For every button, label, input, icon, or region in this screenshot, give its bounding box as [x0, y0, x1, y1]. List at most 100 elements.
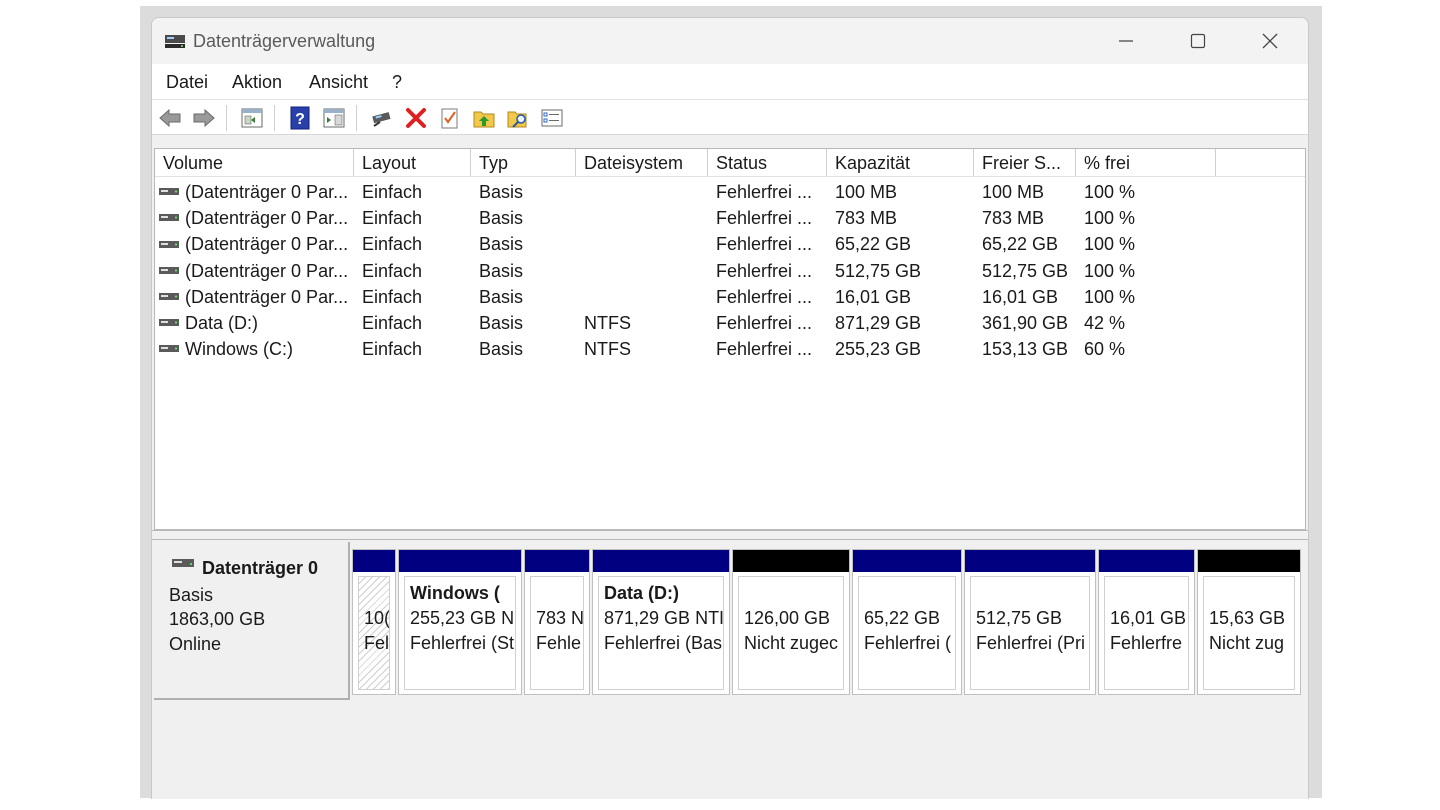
connect-disk-icon[interactable]	[370, 106, 394, 130]
partition-status: Fel	[364, 633, 390, 653]
volume-icon	[159, 345, 179, 353]
volume-cell: Fehlerfrei ...	[716, 258, 828, 284]
volume-cell: 100 %	[1084, 205, 1204, 231]
toolbar-separator	[356, 105, 357, 131]
volume-cell: 16,01 GB	[982, 284, 1077, 310]
column-header-status[interactable]: Status	[708, 149, 827, 176]
partition-block[interactable]: Data (D:) 871,29 GB NTI Fehlerfrei (Bas	[592, 549, 730, 695]
volume-row[interactable]: Windows (C:) Einfach Basis NTFS Fehlerfrei .…	[155, 336, 1305, 362]
volume-cell	[584, 179, 709, 205]
partition-name: Windows (	[410, 583, 500, 603]
column-header-kapazitaet[interactable]: Kapazität	[827, 149, 974, 176]
volume-cell: Einfach	[362, 205, 472, 231]
properties-icon[interactable]	[322, 106, 346, 130]
volume-row[interactable]: (Datenträger 0 Par... Einfach Basis Fehlerf…	[155, 231, 1305, 257]
menu-ansicht[interactable]: Ansicht	[309, 72, 368, 93]
partition-body: 16,01 GB Fehlerfre	[1104, 576, 1189, 690]
volume-cell: Einfach	[362, 310, 472, 336]
search-folder-icon[interactable]	[506, 106, 530, 130]
minimize-button[interactable]	[1090, 18, 1162, 64]
partition-block[interactable]: 15,63 GB Nicht zug	[1197, 549, 1301, 695]
volume-cell-text: 100 %	[1084, 182, 1136, 202]
partition-status: Fehle	[536, 633, 582, 653]
volume-cell: Fehlerfrei ...	[716, 179, 828, 205]
volume-cell-text: Einfach	[362, 313, 423, 333]
partition-type-bar	[399, 550, 521, 572]
volume-list-header: Volume Layout Typ Dateisystem Status Kap…	[155, 149, 1305, 177]
partition-body: Data (D:) 871,29 GB NTI Fehlerfrei (Bas	[598, 576, 724, 690]
volume-cell-text: 361,90 GB	[982, 313, 1069, 333]
partition-size: 255,23 GB N	[410, 608, 515, 628]
partition-status: Fehlerfrei (Bas	[604, 633, 723, 653]
forward-arrow-icon[interactable]	[192, 106, 216, 130]
partition-block[interactable]: 10(Fel	[352, 549, 396, 695]
volume-cell-text: 512,75 GB	[835, 260, 922, 281]
partition-body: 10(Fel	[358, 576, 390, 690]
volume-cell: Einfach	[362, 231, 472, 257]
column-header-prozent-frei[interactable]: % frei	[1076, 149, 1216, 176]
volume-cell: 361,90 GB	[982, 310, 1077, 336]
menu-datei[interactable]: Datei	[166, 72, 208, 93]
partition-block[interactable]: 126,00 GB Nicht zugec	[732, 549, 850, 695]
disk-management-app-icon	[165, 35, 185, 48]
checklist-icon[interactable]	[438, 106, 462, 130]
volume-cell-text: Fehlerfrei ...	[716, 286, 813, 307]
partition-size: 15,63 GB	[1209, 608, 1286, 628]
volume-cell-text: (Datenträger 0 Par...	[185, 182, 349, 202]
volume-icon	[159, 240, 179, 248]
partition-block[interactable]: 783 N Fehle	[524, 549, 590, 695]
partition-block[interactable]: 16,01 GB Fehlerfre	[1098, 549, 1195, 695]
menu-help[interactable]: ?	[392, 72, 402, 93]
column-header-volume[interactable]: Volume	[155, 149, 354, 176]
maximize-button[interactable]	[1162, 18, 1234, 64]
volume-row[interactable]: (Datenträger 0 Par... Einfach Basis Fehlerf…	[155, 258, 1305, 284]
volume-cell: Fehlerfrei ...	[716, 231, 828, 257]
volume-cell-text: 42 %	[1084, 313, 1126, 333]
column-header-typ[interactable]: Typ	[471, 149, 576, 176]
volume-cell-text: 100 %	[1084, 260, 1136, 281]
volume-cell: 100 %	[1084, 231, 1204, 257]
partition-type-bar	[853, 550, 961, 572]
volume-row[interactable]: Data (D:) Einfach Basis NTFS Fehlerfrei ... 8…	[155, 310, 1305, 336]
volume-list: Volume Layout Typ Dateisystem Status Kap…	[154, 148, 1306, 530]
volume-cell-text: 783 MB	[982, 208, 1045, 229]
volume-cell-text: Einfach	[362, 182, 423, 202]
pane-splitter[interactable]	[152, 530, 1308, 540]
volume-row[interactable]: (Datenträger 0 Par... Einfach Basis Fehlerf…	[155, 179, 1305, 205]
back-arrow-icon[interactable]	[158, 106, 182, 130]
help-icon[interactable]: ?	[288, 106, 312, 130]
volume-cell: 512,75 GB	[835, 258, 975, 284]
partition-body: 126,00 GB Nicht zugec	[738, 576, 844, 690]
settings-list-icon[interactable]	[540, 106, 564, 130]
title-bar: Datenträgerverwaltung	[152, 18, 1308, 64]
partition-size: 16,01 GB	[1110, 608, 1187, 628]
volume-cell: NTFS	[584, 336, 709, 362]
volume-cell: 100 %	[1084, 258, 1204, 284]
volume-cell-text: Basis	[479, 208, 524, 229]
console-tree-icon[interactable]	[240, 106, 264, 130]
partition-block[interactable]: Windows (255,23 GB N Fehlerfrei (St	[398, 549, 522, 695]
volume-row[interactable]: (Datenträger 0 Par... Einfach Basis Fehlerf…	[155, 205, 1305, 231]
column-header-dateisystem[interactable]: Dateisystem	[576, 149, 708, 176]
volume-cell-text: Fehlerfrei ...	[716, 260, 813, 281]
column-header-layout[interactable]: Layout	[354, 149, 471, 176]
volume-cell: 100 %	[1084, 179, 1204, 205]
partition-name: Data (D:)	[604, 583, 679, 603]
toolbar-separator	[274, 105, 275, 131]
close-button[interactable]	[1234, 18, 1306, 64]
volume-row[interactable]: (Datenträger 0 Par... Einfach Basis Fehlerf…	[155, 284, 1305, 310]
folder-up-icon[interactable]	[472, 106, 496, 130]
volume-cell-text: (Datenträger 0 Par...	[185, 234, 349, 255]
disk-info-panel[interactable]: Datenträger 0 Basis 1863,00 GB Online	[154, 542, 350, 700]
partition-block[interactable]: 512,75 GB Fehlerfrei (Pri	[964, 549, 1096, 695]
volume-cell: Einfach	[362, 284, 472, 310]
volume-cell-text: 100 %	[1084, 234, 1136, 255]
menu-aktion[interactable]: Aktion	[232, 72, 282, 93]
partition-body: 512,75 GB Fehlerfrei (Pri	[970, 576, 1090, 690]
partition-block[interactable]: 65,22 GB Fehlerfrei (	[852, 549, 962, 695]
delete-icon[interactable]	[404, 106, 428, 130]
volume-cell-text: Basis	[479, 339, 524, 360]
partition-type-bar	[1099, 550, 1194, 572]
volume-cell-text: 65,22 GB	[982, 234, 1059, 255]
column-header-freier-speicher[interactable]: Freier S...	[974, 149, 1076, 176]
